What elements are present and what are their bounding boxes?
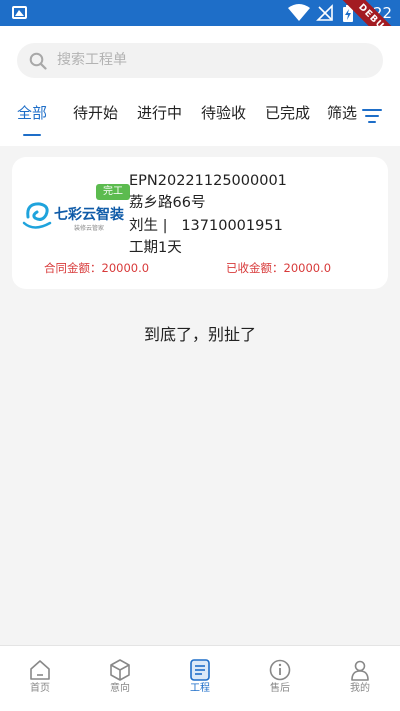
nav-after-sales[interactable]: 售后 (240, 646, 320, 711)
logo-subtext: 装修云管家 (74, 224, 104, 232)
order-contact: 刘生 | 13710001951 (129, 218, 283, 234)
bottom-navigation: 首页 意向 工程 售后 我的 (0, 645, 400, 711)
company-logo: 七彩云智装 装修云管家 (22, 202, 125, 232)
nav-intent-label: 意向 (110, 683, 130, 694)
search-placeholder: 搜索工程单 (57, 52, 127, 68)
order-address: 荔乡路66号 (129, 195, 206, 211)
nav-intent[interactable]: 意向 (80, 646, 160, 711)
search-input[interactable]: 搜索工程单 (17, 43, 383, 78)
received-amount: 已收金额：20000.0 (226, 261, 332, 275)
logo-text: 七彩云智装 (54, 206, 125, 223)
status-bar: 4:22 DEBUG (0, 0, 400, 26)
list-end-text: 到底了，别扯了 (143, 325, 256, 344)
order-duration: 工期1天 (129, 240, 182, 256)
wifi-icon (288, 4, 310, 21)
tab-pending-acceptance[interactable]: 待验收 (201, 104, 246, 122)
tab-pending-start[interactable]: 待开始 (73, 104, 118, 122)
nav-home-label: 首页 (30, 683, 50, 694)
no-signal-icon (316, 4, 333, 21)
nav-profile[interactable]: 我的 (320, 646, 400, 711)
status-badge: 完工 (96, 184, 130, 200)
home-icon (30, 660, 50, 680)
nav-project-label: 工程 (190, 683, 210, 694)
status-tabs: 全部 待开始 进行中 待验收 已完成 筛选 (0, 104, 400, 134)
search-icon (29, 52, 47, 70)
after-sales-icon (269, 659, 291, 681)
project-icon (190, 659, 210, 681)
nav-home[interactable]: 首页 (0, 646, 80, 711)
project-order-card[interactable]: 七彩云智装 装修云管家 完工 EPN20221125000001 荔乡路66号 … (12, 157, 388, 289)
tab-completed[interactable]: 已完成 (265, 104, 310, 122)
tab-in-progress[interactable]: 进行中 (137, 104, 182, 122)
profile-icon (351, 660, 369, 681)
contract-amount: 合同金额：20000.0 (44, 261, 150, 275)
nav-after-sales-label: 售后 (270, 683, 290, 694)
order-number: EPN20221125000001 (129, 173, 287, 189)
nav-profile-label: 我的 (350, 683, 370, 694)
tab-filter[interactable]: 筛选 (327, 104, 357, 122)
filter-icon[interactable] (362, 108, 382, 124)
tab-all[interactable]: 全部 (17, 104, 47, 122)
active-tab-indicator (23, 134, 41, 136)
nav-project[interactable]: 工程 (160, 646, 240, 711)
gallery-icon (12, 6, 27, 19)
cube-icon (110, 659, 130, 681)
